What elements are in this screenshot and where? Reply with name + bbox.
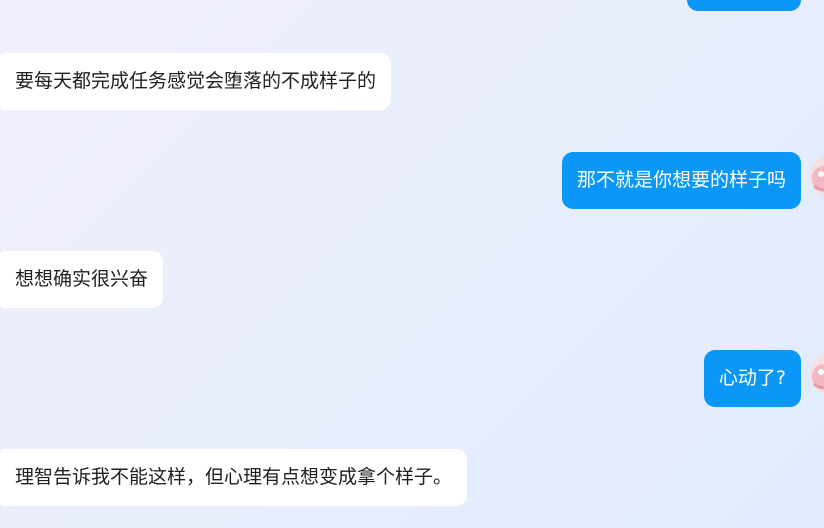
chat-message-list: 要每天都完成任务感觉会堕落的不成样子的 那不就是你想要的样子吗 想想确实很兴奋 … bbox=[0, 0, 824, 528]
outgoing-message-partial[interactable] bbox=[687, 0, 801, 11]
outgoing-message[interactable]: 那不就是你想要的样子吗 bbox=[561, 152, 801, 209]
avatar-icon[interactable] bbox=[810, 354, 824, 394]
message-text: 理智告诉我不能这样，但心理有点想变成拿个样子。 bbox=[15, 466, 453, 488]
incoming-message[interactable]: 要每天都完成任务感觉会堕落的不成样子的 bbox=[0, 53, 392, 110]
message-text: 那不就是你想要的样子吗 bbox=[576, 169, 786, 191]
avatar-icon[interactable] bbox=[810, 156, 824, 196]
incoming-message[interactable]: 想想确实很兴奋 bbox=[0, 251, 164, 308]
message-text: 心动了? bbox=[718, 367, 786, 389]
incoming-message[interactable]: 理智告诉我不能这样，但心理有点想变成拿个样子。 bbox=[0, 449, 468, 506]
message-text: 要每天都完成任务感觉会堕落的不成样子的 bbox=[15, 70, 377, 92]
message-text: 想想确实很兴奋 bbox=[15, 268, 149, 290]
outgoing-message[interactable]: 心动了? bbox=[703, 350, 801, 407]
